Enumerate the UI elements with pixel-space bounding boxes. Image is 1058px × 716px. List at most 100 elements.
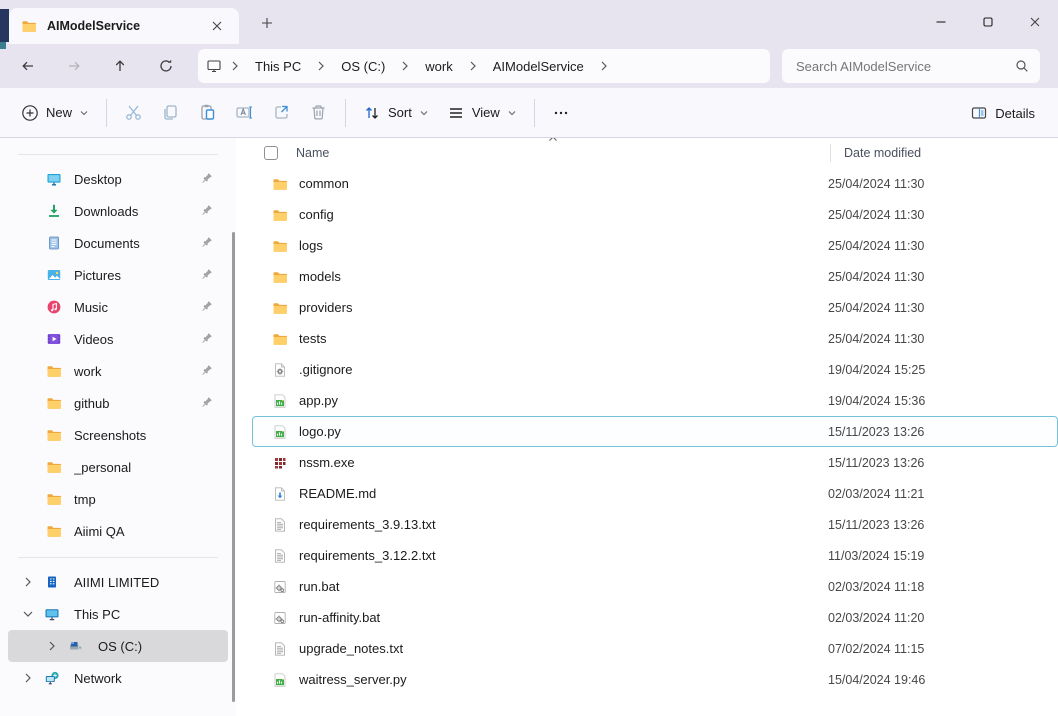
sort-button[interactable]: Sort: [354, 95, 438, 131]
file-row[interactable]: nssm.exe 15/11/2023 13:26: [252, 447, 1058, 478]
cut-button[interactable]: [115, 95, 152, 131]
maximize-button[interactable]: [964, 0, 1011, 44]
minimize-button[interactable]: [917, 0, 964, 44]
folder-icon: [272, 207, 288, 223]
folder-icon: [272, 238, 288, 254]
tab-title: AIModelService: [47, 19, 205, 33]
toolbar-divider: [106, 99, 107, 127]
file-date-modified: 11/03/2024 15:19: [828, 549, 924, 563]
sidebar-scrollbar[interactable]: [232, 232, 235, 702]
see-more-button[interactable]: [543, 95, 579, 131]
column-divider[interactable]: [830, 144, 831, 162]
file-row[interactable]: run-affinity.bat 02/03/2024 11:20: [252, 602, 1058, 633]
sidebar-item[interactable]: tmp: [8, 483, 228, 515]
up-button[interactable]: [102, 50, 138, 82]
view-lines-icon: [447, 104, 465, 122]
caption-buttons: [917, 0, 1058, 44]
chevron-down-icon: [79, 108, 89, 118]
file-row[interactable]: requirements_3.9.13.txt 15/11/2023 13:26: [252, 509, 1058, 540]
new-button[interactable]: New: [12, 95, 98, 131]
sidebar-item[interactable]: Music: [8, 291, 228, 323]
sidebar-item[interactable]: Screenshots: [8, 419, 228, 451]
breadcrumb-item[interactable]: This PC: [248, 55, 308, 78]
file-row[interactable]: tests 25/04/2024 11:30: [252, 323, 1058, 354]
toolbar-divider: [345, 99, 346, 127]
file-row[interactable]: common 25/04/2024 11:30: [252, 168, 1058, 199]
chevron-down-icon[interactable]: [20, 606, 36, 622]
sidebar-tree-item[interactable]: Network: [8, 662, 228, 694]
file-row[interactable]: requirements_3.12.2.txt 11/03/2024 15:19: [252, 540, 1058, 571]
folder-icon: [46, 459, 62, 475]
file-name: run.bat: [299, 579, 339, 594]
sidebar-item[interactable]: _personal: [8, 451, 228, 483]
back-button[interactable]: [10, 50, 46, 82]
sidebar-item[interactable]: Documents: [8, 227, 228, 259]
breadcrumb-item[interactable]: work: [418, 55, 459, 78]
file-row[interactable]: models 25/04/2024 11:30: [252, 261, 1058, 292]
sidebar-item[interactable]: Videos: [8, 323, 228, 355]
sidebar-item[interactable]: Downloads: [8, 195, 228, 227]
copy-button[interactable]: [152, 95, 189, 131]
close-button[interactable]: [1011, 0, 1058, 44]
select-all-checkbox[interactable]: [264, 146, 278, 160]
forward-button[interactable]: [56, 50, 92, 82]
file-row[interactable]: waitress_server.py 15/04/2024 19:46: [252, 664, 1058, 695]
file-row[interactable]: .gitignore 19/04/2024 15:25: [252, 354, 1058, 385]
sidebar-item[interactable]: work: [8, 355, 228, 387]
file-row[interactable]: logo.py 15/11/2023 13:26: [252, 416, 1058, 447]
tree-item-label: OS (C:): [98, 639, 142, 654]
view-button-label: View: [472, 105, 500, 120]
file-name: run-affinity.bat: [299, 610, 380, 625]
sidebar-tree-item[interactable]: OS (C:): [8, 630, 228, 662]
paste-button[interactable]: [189, 95, 226, 131]
tab-bar: AIModelService: [0, 0, 1058, 44]
file-row[interactable]: config 25/04/2024 11:30: [252, 199, 1058, 230]
python-file-icon: [272, 672, 288, 688]
refresh-button[interactable]: [148, 50, 184, 82]
sidebar-tree-item[interactable]: This PC: [8, 598, 228, 630]
details-pane-button[interactable]: Details: [961, 95, 1044, 131]
breadcrumb-item[interactable]: OS (C:): [334, 55, 392, 78]
chevron-down-icon: [507, 108, 517, 118]
folder-icon: [272, 176, 288, 192]
file-name: .gitignore: [299, 362, 352, 377]
view-button[interactable]: View: [438, 95, 526, 131]
file-row[interactable]: logs 25/04/2024 11:30: [252, 230, 1058, 261]
file-name: logo.py: [299, 424, 341, 439]
file-row[interactable]: upgrade_notes.txt 07/02/2024 11:15: [252, 633, 1058, 664]
share-button[interactable]: [263, 95, 300, 131]
pin-icon: [198, 235, 214, 251]
column-header-date-modified[interactable]: Date modified: [844, 146, 921, 160]
python-file-icon: [272, 424, 288, 440]
file-date-modified: 25/04/2024 11:30: [828, 208, 924, 222]
folder-icon: [272, 331, 288, 347]
chevron-right-icon[interactable]: [20, 670, 36, 686]
folder-icon: [272, 300, 288, 316]
tab-close-icon[interactable]: [205, 14, 229, 38]
text-file-icon: [272, 517, 288, 533]
videos-icon: [46, 331, 62, 347]
details-pane-icon: [970, 104, 988, 122]
file-row[interactable]: README.md 02/03/2024 11:21: [252, 478, 1058, 509]
explorer-tab[interactable]: AIModelService: [9, 8, 239, 44]
chevron-right-icon[interactable]: [44, 638, 60, 654]
chevron-right-icon[interactable]: [20, 574, 36, 590]
sidebar-item[interactable]: github: [8, 387, 228, 419]
file-row[interactable]: run.bat 02/03/2024 11:18: [252, 571, 1058, 602]
breadcrumb[interactable]: This PC OS (C:) work AIModelService: [198, 49, 770, 83]
new-tab-button[interactable]: [252, 10, 282, 36]
rename-button[interactable]: [226, 95, 263, 131]
file-row[interactable]: app.py 19/04/2024 15:36: [252, 385, 1058, 416]
pin-icon: [198, 171, 214, 187]
file-row[interactable]: providers 25/04/2024 11:30: [252, 292, 1058, 323]
delete-button[interactable]: [300, 95, 337, 131]
breadcrumb-item[interactable]: AIModelService: [486, 55, 591, 78]
column-header-name[interactable]: Name: [296, 146, 329, 160]
sidebar-item[interactable]: Pictures: [8, 259, 228, 291]
sidebar-item[interactable]: Aiimi QA: [8, 515, 228, 547]
pin-icon: [198, 363, 214, 379]
file-date-modified: 02/03/2024 11:18: [828, 580, 924, 594]
search-input[interactable]: Search AIModelService: [782, 49, 1040, 83]
sidebar-tree-item[interactable]: AIIMI LIMITED: [8, 566, 228, 598]
sidebar-item[interactable]: Desktop: [8, 163, 228, 195]
